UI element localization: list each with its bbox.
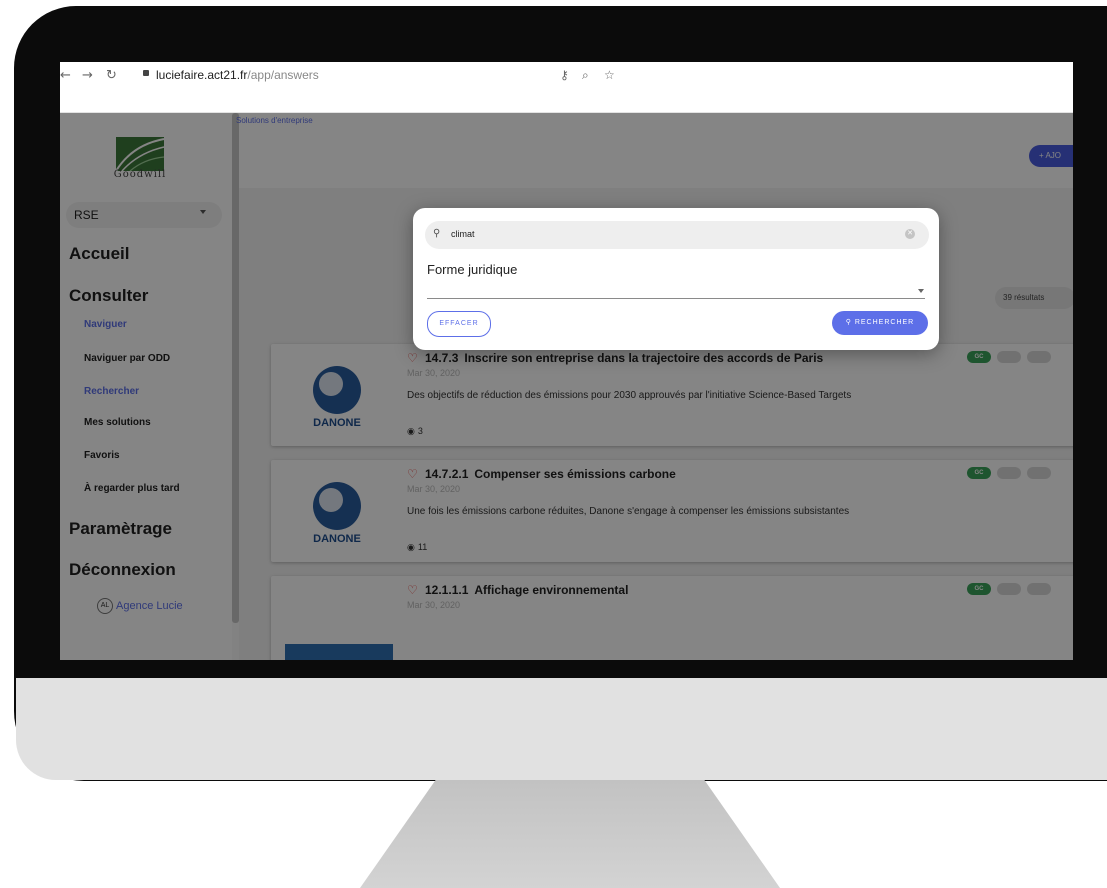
reload-icon[interactable]: ↻ (106, 68, 117, 83)
search-input[interactable]: ⚲ climat ✕ (425, 221, 929, 249)
caret-down-icon[interactable] (918, 289, 924, 293)
url-host: luciefaire.act21.fr (156, 68, 248, 82)
legal-form-label: Forme juridique (427, 262, 518, 277)
star-icon[interactable]: ☆ (604, 68, 615, 82)
search-dialog: ⚲ climat ✕ Forme juridique EFFACER ⚲ REC… (413, 208, 939, 350)
monitor-stand (360, 780, 780, 888)
clear-button[interactable]: EFFACER (427, 311, 491, 337)
monitor-chin (16, 678, 1107, 780)
lock-icon (143, 70, 149, 76)
browser-toolbar: ← → ↻ luciefaire.act21.fr/app/answers ⚷ … (60, 62, 1073, 113)
zoom-icon[interactable]: ⌕ (582, 68, 589, 83)
legal-form-select[interactable] (427, 298, 925, 299)
search-value: climat (451, 229, 475, 239)
forward-arrow-icon[interactable]: → (82, 68, 93, 83)
screen: ← → ↻ luciefaire.act21.fr/app/answers ⚷ … (60, 62, 1073, 660)
address-bar[interactable]: luciefaire.act21.fr/app/answers (156, 68, 319, 82)
key-icon[interactable]: ⚷ (560, 68, 569, 82)
back-arrow-icon[interactable]: ← (60, 68, 71, 83)
search-button[interactable]: ⚲ RECHERCHER (832, 311, 928, 335)
url-path: /app/answers (247, 68, 319, 82)
search-icon: ⚲ (433, 228, 441, 239)
clear-icon[interactable]: ✕ (905, 229, 915, 239)
search-button-label: RECHERCHER (854, 319, 915, 326)
modal-backdrop[interactable] (60, 113, 1073, 660)
search-icon: ⚲ (845, 319, 855, 326)
